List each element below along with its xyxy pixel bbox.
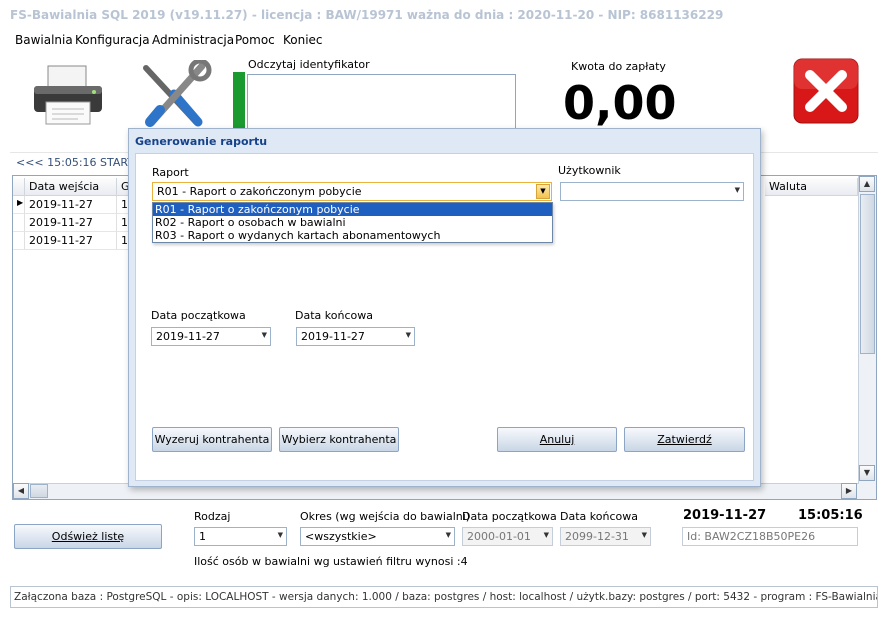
window-title: FS-Bawialnia SQL 2019 (v19.11.27) - lice… (0, 0, 888, 30)
dropdown-option-r02[interactable]: R02 - Raport o osobach w bawialni (153, 216, 552, 229)
bottom-panel: Odśwież listę Rodzaj 1 ▼ Okres (wg wejści… (10, 500, 878, 580)
okres-label: Okres (wg wejścia do bawialni) (300, 510, 471, 523)
chevron-down-icon: ▼ (445, 531, 451, 539)
dropdown-option-r03[interactable]: R03 - Raport o wydanych kartach abonamen… (153, 229, 552, 242)
uzytkownik-select[interactable]: ▼ (560, 182, 744, 201)
chevron-down-icon: ▼ (277, 531, 283, 539)
vertical-scrollbar[interactable]: ▲ ▼ (858, 176, 876, 499)
uzytkownik-label: Użytkownik (558, 164, 621, 177)
menu-bawialnia[interactable]: Bawialnia (15, 33, 73, 47)
id-label: Odczytaj identyfikator (248, 58, 370, 71)
close-icon[interactable] (793, 58, 859, 124)
data-koncowa-field[interactable]: 2099-12-31 ▼ (560, 527, 651, 546)
scroll-right-icon[interactable]: ▶ (841, 483, 857, 499)
menu-administracja[interactable]: Administracja (152, 33, 234, 47)
scroll-left-icon[interactable]: ◀ (13, 483, 29, 499)
chevron-down-icon[interactable]: ▼ (536, 184, 550, 199)
dialog-body: Raport R01 - Raport o zakończonym pobyci… (135, 153, 754, 481)
status-bar: Załączona baza : PostgreSQL - opis: LOCA… (10, 586, 878, 608)
dialog-data-poczatkowa-field[interactable]: 2019-11-27 ▼ (151, 327, 271, 346)
menu-koniec[interactable]: Koniec (283, 33, 323, 47)
current-date: 2019-11-27 (683, 508, 767, 523)
row-indicator-icon: ▶ (13, 196, 25, 214)
chevron-down-icon: ▼ (261, 331, 267, 339)
menu-pomoc[interactable]: Pomoc (235, 33, 275, 47)
raport-dropdown-list[interactable]: R01 - Raport o zakończonym pobycie R02 -… (152, 202, 553, 243)
confirm-button[interactable]: Zatwierdź (624, 427, 745, 452)
printer-icon[interactable] (30, 64, 106, 126)
dialog-title[interactable]: Generowanie raportu (129, 129, 760, 153)
column-header-data-wejscia[interactable]: Data wejścia (25, 178, 117, 196)
dialog-data-koncowa-field[interactable]: 2019-11-27 ▼ (296, 327, 415, 346)
wyzeruj-kontrahenta-button[interactable]: Wyzeruj kontrahenta (152, 427, 272, 452)
chevron-down-icon: ▼ (543, 531, 549, 539)
tools-icon[interactable] (138, 58, 214, 132)
dropdown-option-r01[interactable]: R01 - Raport o zakończonym pobycie (153, 203, 552, 216)
refresh-button[interactable]: Odśwież listę (14, 524, 162, 549)
scroll-up-icon[interactable]: ▲ (859, 176, 875, 192)
vertical-scroll-thumb[interactable] (860, 194, 875, 354)
table-cell-date[interactable]: 2019-11-27 (25, 232, 117, 250)
menu-konfiguracja[interactable]: Konfiguracja (75, 33, 150, 47)
chevron-down-icon: ▼ (405, 331, 411, 339)
wybierz-kontrahenta-button[interactable]: Wybierz kontrahenta (279, 427, 399, 452)
chevron-down-icon: ▼ (641, 531, 647, 539)
data-poczatkowa-label: Data początkowa (462, 510, 557, 523)
dialog-data-poczatkowa-label: Data początkowa (151, 309, 246, 322)
dialog-data-koncowa-label: Data końcowa (295, 309, 373, 322)
column-header-waluta[interactable]: Waluta (765, 178, 858, 196)
chevron-down-icon: ▼ (734, 186, 740, 194)
data-koncowa-label: Data końcowa (560, 510, 638, 523)
id-display-field[interactable]: Id: BAW2CZ18B50PE26 (682, 527, 858, 546)
table-cell-date[interactable]: 2019-11-27 (25, 214, 117, 232)
amount-label: Kwota do zapłaty (571, 60, 666, 73)
raport-label: Raport (152, 166, 189, 179)
raport-select[interactable]: R01 - Raport o zakończonym pobycie ▼ (152, 182, 552, 201)
horizontal-scroll-thumb[interactable] (30, 484, 48, 498)
row-indicator-header (13, 178, 25, 196)
amount-value: 0,00 (563, 76, 677, 130)
report-dialog: Generowanie raportu Raport R01 - Raport … (128, 128, 761, 487)
data-poczatkowa-field[interactable]: 2000-01-01 ▼ (462, 527, 553, 546)
current-time: 15:05:16 (798, 508, 863, 523)
count-text: Ilość osób w bawialni wg ustawień filtru… (194, 555, 468, 568)
cancel-button[interactable]: Anuluj (497, 427, 617, 452)
rodzaj-select[interactable]: 1 ▼ (194, 527, 287, 546)
okres-select[interactable]: <wszystkie> ▼ (300, 527, 455, 546)
table-cell-date[interactable]: 2019-11-27 (25, 196, 117, 214)
scroll-down-icon[interactable]: ▼ (859, 465, 875, 481)
menu-bar: Bawialnia Konfiguracja Administracja Pom… (0, 30, 888, 50)
rodzaj-label: Rodzaj (194, 510, 231, 523)
